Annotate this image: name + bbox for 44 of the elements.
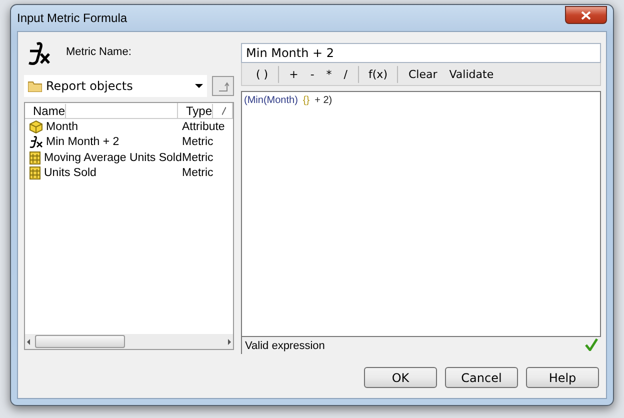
cube-icon (29, 120, 43, 134)
formula-text: (Min(Month) (244, 95, 298, 106)
close-icon (581, 10, 591, 20)
scroll-thumb[interactable] (35, 335, 125, 348)
window-title: Input Metric Formula (17, 11, 128, 25)
toolbar-button[interactable]: / (338, 66, 353, 82)
source-dropdown[interactable]: Report objects (24, 75, 207, 97)
toolbar-button[interactable]: f(x) (364, 66, 392, 82)
dropdown-arrow-icon (195, 84, 203, 88)
list-item[interactable]: Month (25, 120, 178, 134)
dialog-button[interactable]: Cancel (445, 367, 518, 388)
type-cell-text: Metric (181, 167, 214, 180)
list-item[interactable]: Min Month + 2 (25, 136, 178, 148)
folder-icon (28, 80, 42, 92)
column-header[interactable]: Type (178, 103, 233, 118)
function-icon (26, 42, 52, 66)
column-header[interactable]: Name (25, 103, 178, 118)
scroll-left-icon[interactable] (25, 338, 33, 346)
up-level-button[interactable] (212, 76, 234, 96)
scroll-right-icon[interactable] (225, 338, 233, 346)
metric-name-field[interactable]: Min Month + 2 (241, 43, 601, 63)
field-label: Metric Name: (66, 46, 132, 58)
level-token: {} (302, 95, 310, 106)
formula-text: + 2) (314, 95, 332, 106)
status-text: Valid expression (245, 340, 325, 352)
toolbar-button[interactable]: + (284, 66, 304, 82)
close-button[interactable] (565, 6, 607, 24)
toolbar-button[interactable]: * (321, 66, 337, 82)
toolbar-button[interactable]: - (305, 66, 320, 82)
up-arrow-icon (217, 80, 229, 92)
formula-editor[interactable]: (Min(Month) {} + 2) (241, 91, 601, 337)
horizontal-scrollbar[interactable] (25, 334, 233, 349)
type-cell-text: Metric (181, 136, 214, 148)
metric-icon (29, 150, 41, 165)
function-icon (29, 136, 43, 148)
resize-grip-icon (222, 106, 226, 114)
dialog-button[interactable]: Help (526, 367, 599, 388)
toolbar-button[interactable]: ( ) (251, 66, 274, 82)
toolbar-button[interactable]: Clear (403, 66, 442, 82)
list-item[interactable]: Units Sold (25, 166, 178, 180)
toolbar-button[interactable]: Validate (444, 66, 499, 82)
dialog-button[interactable]: OK (364, 367, 437, 388)
type-cell-text: Attribute (181, 120, 226, 133)
metric-icon (29, 166, 41, 180)
